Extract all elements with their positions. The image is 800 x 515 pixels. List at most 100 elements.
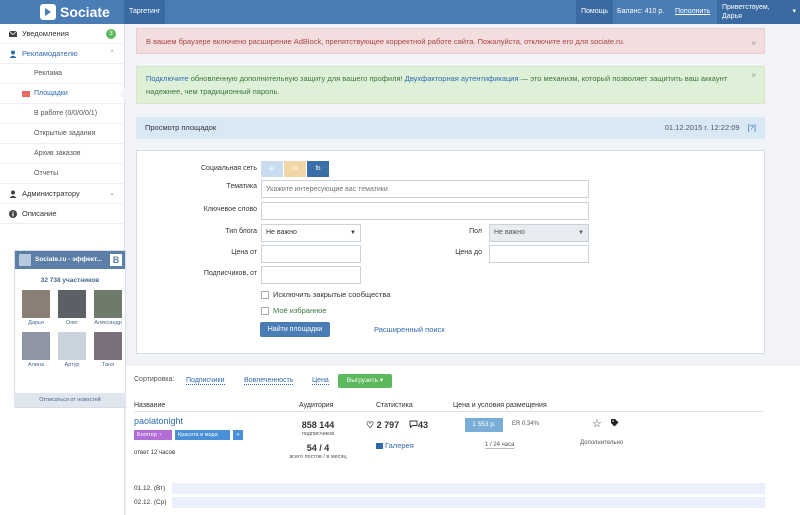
- tag-icon[interactable]: [610, 418, 619, 429]
- vk-member[interactable]: Артур: [57, 332, 87, 368]
- blog-type-select[interactable]: Не важно ▼: [261, 224, 361, 242]
- blog-type-label: Тип блога: [225, 228, 257, 235]
- account-link[interactable]: paolatonight: [134, 416, 183, 426]
- sort-subscribers-link[interactable]: Подписчики: [186, 377, 225, 385]
- vk-community-title: Sociate.ru - эффект...: [35, 256, 102, 263]
- topic-tag: Красота и мода: [175, 430, 230, 440]
- network-fb-button[interactable]: fb: [307, 161, 329, 177]
- network-vk-button[interactable]: вк: [261, 161, 283, 177]
- chevron-down-icon: ▾: [792, 8, 796, 15]
- help-link[interactable]: Помощь: [576, 0, 614, 24]
- add-tag-button[interactable]: +: [233, 430, 243, 440]
- find-platforms-button[interactable]: Найти площадки: [260, 322, 330, 337]
- advanced-search-link[interactable]: Расширенный поиск: [374, 325, 445, 334]
- price-to-label: Цена до: [455, 249, 482, 256]
- topup-link[interactable]: Пополнить: [670, 0, 715, 24]
- exclude-closed-checkbox[interactable]: [261, 291, 269, 299]
- image-icon: [376, 443, 383, 449]
- blogger-tag: Блоггер ♀: [134, 430, 172, 440]
- sort-engagement-link[interactable]: Вовлеченность: [244, 377, 294, 385]
- posts-count: 54 / 4: [306, 443, 330, 453]
- schedule-bar[interactable]: [172, 483, 765, 494]
- sidebar-item-label: Администратору: [22, 189, 80, 198]
- subscribers-count: 858 144: [301, 420, 335, 430]
- close-icon[interactable]: ×: [751, 31, 756, 57]
- info-icon: [9, 210, 17, 218]
- twofa-text-1: обновленную дополнительную защиту для ва…: [188, 74, 405, 83]
- sidebar-item-ads[interactable]: Реклама: [0, 64, 124, 84]
- sidebar-item-open-tasks[interactable]: Открытые задания: [0, 124, 124, 144]
- sidebar-item-advertiser[interactable]: Рекламодателю ⌃: [0, 44, 124, 64]
- sidebar-item-label: Реклама: [34, 70, 63, 77]
- user-icon: [9, 50, 17, 58]
- gender-select[interactable]: Не важно ▼: [489, 224, 589, 242]
- price-to-input[interactable]: [489, 245, 589, 263]
- top-bar: Sociate Таргетинг Помощь Баланс: 410 р. …: [0, 0, 800, 24]
- close-icon[interactable]: ×: [751, 69, 756, 82]
- exclude-closed-label[interactable]: Исключить закрытые сообщества: [273, 290, 390, 299]
- adblock-alert: В вашем браузере включено расширение AdB…: [136, 28, 765, 54]
- tab-targeting[interactable]: Таргетинг: [124, 0, 166, 24]
- sidebar-item-label: В работе (0/0/0/0/1): [34, 110, 98, 117]
- sidebar-item-admin[interactable]: Администратору ⌄: [0, 184, 124, 204]
- star-icon[interactable]: ☆: [592, 417, 602, 430]
- greeting: Приветствуем,: [722, 4, 770, 11]
- sidebar-item-label: Архив заказов: [34, 150, 81, 157]
- sidebar-item-label: Уведомления: [22, 29, 69, 38]
- vk-logo-icon: В: [110, 254, 122, 266]
- logo[interactable]: Sociate: [40, 3, 110, 21]
- help-icon[interactable]: [?]: [748, 123, 756, 132]
- topic-input[interactable]: [261, 180, 589, 198]
- sidebar-item-label: Отчеты: [34, 170, 59, 177]
- sidebar-item-in-work[interactable]: В работе (0/0/0/0/1): [0, 104, 124, 124]
- adblock-alert-text: В вашем браузере включено расширение AdB…: [146, 37, 625, 46]
- balance: Баланс: 410 р.: [617, 8, 665, 15]
- vk-unsubscribe-button[interactable]: Отписаться от новостей: [14, 393, 126, 407]
- more-link[interactable]: Дополнительно: [580, 440, 623, 446]
- favorites-label[interactable]: Моё избранное: [273, 306, 327, 315]
- favorites-checkbox[interactable]: [261, 307, 269, 315]
- vk-member[interactable]: Таня: [93, 332, 123, 368]
- twofa-link[interactable]: Двухфакторная аутентификация: [405, 74, 519, 83]
- gallery-link[interactable]: Галерея: [385, 441, 414, 450]
- active-marker-icon: [22, 91, 30, 97]
- export-button[interactable]: Выгрузить ▾: [338, 374, 392, 388]
- divider: [134, 411, 764, 412]
- vk-member-name: Таня: [101, 362, 115, 368]
- vk-member[interactable]: Александр: [93, 290, 123, 326]
- vk-community-widget: Sociate.ru - эффект... В 32 738 участник…: [14, 250, 126, 408]
- likes-count: ♡ 2 797: [366, 420, 400, 430]
- column-header-name: Название: [134, 402, 166, 409]
- community-avatar: [19, 254, 31, 266]
- vk-member[interactable]: Дарья: [21, 290, 51, 326]
- caret-down-icon: ▼: [350, 230, 356, 236]
- sidebar-item-description[interactable]: Описание: [0, 204, 124, 224]
- topic-label: Тематика: [226, 183, 257, 190]
- blog-type-value: Не важно: [266, 229, 297, 236]
- logo-icon: [40, 4, 56, 20]
- vk-member[interactable]: Алина: [21, 332, 51, 368]
- price-from-input[interactable]: [261, 245, 361, 263]
- sidebar-item-platforms[interactable]: Площадки: [0, 84, 125, 104]
- engagement-rate: ER 0,34%: [512, 421, 540, 427]
- sort-price-link[interactable]: Цена: [312, 377, 329, 385]
- network-ok-button[interactable]: ок: [284, 161, 306, 177]
- price-button[interactable]: 1 553 р.: [465, 418, 503, 432]
- response-time: ответ 12 часов: [134, 450, 176, 456]
- chevron-down-icon: ⌄: [109, 190, 115, 197]
- vk-member[interactable]: Олег: [57, 290, 87, 326]
- schedule-bar[interactable]: [172, 497, 765, 508]
- active-arrow-icon: [119, 88, 125, 100]
- sidebar-item-archive[interactable]: Архив заказов: [0, 144, 124, 164]
- subscribers-from-input[interactable]: [261, 266, 361, 284]
- user-menu[interactable]: Приветствуем, Дарья ▾: [717, 0, 800, 24]
- sidebar-item-label: Рекламодателю: [22, 49, 78, 58]
- connect-link[interactable]: Подключите: [146, 74, 189, 83]
- avatar: [22, 290, 50, 318]
- social-network-label: Социальная сеть: [201, 165, 257, 172]
- vk-widget-header[interactable]: Sociate.ru - эффект... В: [15, 251, 125, 269]
- keyword-input[interactable]: [261, 202, 589, 220]
- sidebar-item-notifications[interactable]: Уведомления 3: [0, 24, 124, 44]
- results-panel: Сортировка: Подписчики Вовлеченность Цен…: [126, 366, 800, 515]
- sidebar-item-reports[interactable]: Отчеты: [0, 164, 124, 184]
